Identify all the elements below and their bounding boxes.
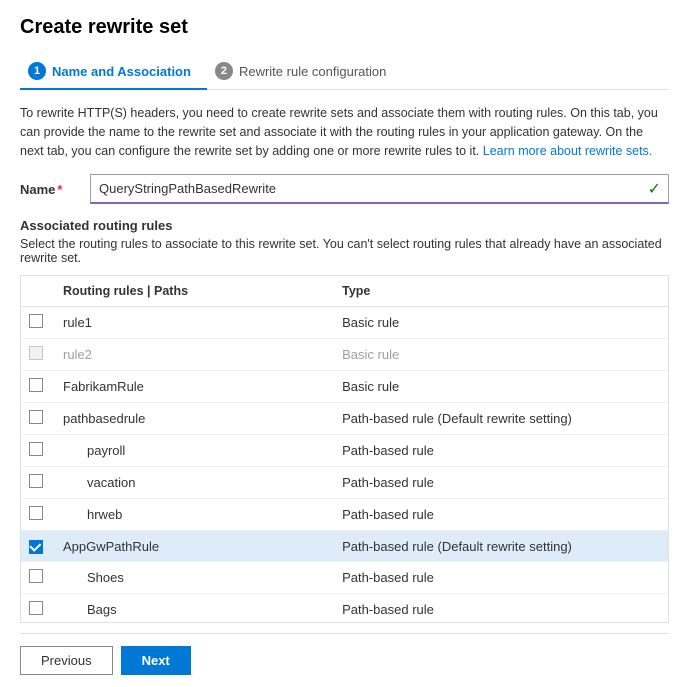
table-row[interactable]: pathbasedrulePath-based rule (Default re… bbox=[21, 403, 668, 435]
row-checkbox-row2 bbox=[29, 346, 43, 360]
row-name-row1: rule1 bbox=[53, 307, 332, 339]
row-name-row3: FabrikamRule bbox=[53, 371, 332, 403]
row-name-row8: AppGwPathRule bbox=[53, 531, 332, 562]
previous-button[interactable]: Previous bbox=[20, 646, 113, 675]
row-name-row10: Bags bbox=[53, 593, 332, 623]
row-checkbox-row9[interactable] bbox=[29, 569, 43, 583]
row-name-row6: vacation bbox=[53, 467, 332, 499]
row-type-row8: Path-based rule (Default rewrite setting… bbox=[332, 531, 668, 562]
row-checkbox-row6[interactable] bbox=[29, 474, 43, 488]
learn-more-link[interactable]: Learn more about rewrite sets. bbox=[483, 144, 653, 158]
table-row[interactable]: payrollPath-based rule bbox=[21, 435, 668, 467]
tab1-num: 1 bbox=[28, 62, 46, 80]
row-name-row7: hrweb bbox=[53, 499, 332, 531]
row-type-row1: Basic rule bbox=[332, 307, 668, 339]
row-type-row5: Path-based rule bbox=[332, 435, 668, 467]
table-row[interactable]: rule2Basic rule bbox=[21, 339, 668, 371]
table-row[interactable]: ShoesPath-based rule bbox=[21, 561, 668, 593]
name-form-row: Name* ✓ bbox=[20, 174, 669, 204]
row-type-row7: Path-based rule bbox=[332, 499, 668, 531]
routing-rules-table-container: Routing rules | Paths Type rule1Basic ru… bbox=[20, 275, 669, 623]
page-title: Create rewrite set bbox=[20, 16, 669, 39]
table-row[interactable]: FabrikamRuleBasic rule bbox=[21, 371, 668, 403]
row-type-row2: Basic rule bbox=[332, 339, 668, 371]
row-checkbox-row3[interactable] bbox=[29, 378, 43, 392]
row-checkbox-row10[interactable] bbox=[29, 601, 43, 615]
row-checkbox-row8[interactable] bbox=[29, 540, 43, 554]
row-name-row4: pathbasedrule bbox=[53, 403, 332, 435]
table-row[interactable]: vacationPath-based rule bbox=[21, 467, 668, 499]
table-row[interactable]: AppGwPathRulePath-based rule (Default re… bbox=[21, 531, 668, 562]
required-star: * bbox=[57, 182, 62, 197]
table-row[interactable]: rule1Basic rule bbox=[21, 307, 668, 339]
row-name-row9: Shoes bbox=[53, 561, 332, 593]
row-checkbox-row1[interactable] bbox=[29, 314, 43, 328]
row-type-row3: Basic rule bbox=[332, 371, 668, 403]
description-text: To rewrite HTTP(S) headers, you need to … bbox=[20, 104, 669, 160]
table-body: rule1Basic rulerule2Basic ruleFabrikamRu… bbox=[21, 307, 668, 623]
row-name-row5: payroll bbox=[53, 435, 332, 467]
table-row[interactable]: BagsPath-based rule bbox=[21, 593, 668, 623]
row-type-row6: Path-based rule bbox=[332, 467, 668, 499]
col-name-header: Routing rules | Paths bbox=[53, 276, 332, 307]
name-label: Name* bbox=[20, 182, 80, 197]
tab-name-association[interactable]: 1 Name and Association bbox=[20, 54, 207, 90]
table-row[interactable]: hrwebPath-based rule bbox=[21, 499, 668, 531]
tab1-label: Name and Association bbox=[52, 64, 191, 79]
routing-rules-table: Routing rules | Paths Type rule1Basic ru… bbox=[21, 276, 668, 623]
row-type-row4: Path-based rule (Default rewrite setting… bbox=[332, 403, 668, 435]
row-type-row10: Path-based rule bbox=[332, 593, 668, 623]
row-checkbox-row5[interactable] bbox=[29, 442, 43, 456]
name-input-wrap: ✓ bbox=[90, 174, 669, 204]
associated-rules-title: Associated routing rules bbox=[20, 218, 669, 233]
tab2-label: Rewrite rule configuration bbox=[239, 64, 386, 79]
table-header-row: Routing rules | Paths Type bbox=[21, 276, 668, 307]
tab2-num: 2 bbox=[215, 62, 233, 80]
row-checkbox-row4[interactable] bbox=[29, 410, 43, 424]
col-type-header: Type bbox=[332, 276, 668, 307]
footer-bar: Previous Next bbox=[20, 633, 669, 687]
row-name-row2: rule2 bbox=[53, 339, 332, 371]
col-check bbox=[21, 276, 53, 307]
tab-rewrite-rule[interactable]: 2 Rewrite rule configuration bbox=[207, 54, 402, 90]
associated-rules-subtitle: Select the routing rules to associate to… bbox=[20, 237, 669, 265]
row-type-row9: Path-based rule bbox=[332, 561, 668, 593]
name-input[interactable] bbox=[90, 174, 669, 204]
row-checkbox-row7[interactable] bbox=[29, 506, 43, 520]
tabs-row: 1 Name and Association 2 Rewrite rule co… bbox=[20, 53, 669, 90]
check-icon: ✓ bbox=[648, 179, 661, 199]
page-container: Create rewrite set 1 Name and Associatio… bbox=[0, 0, 689, 687]
next-button[interactable]: Next bbox=[121, 646, 191, 675]
